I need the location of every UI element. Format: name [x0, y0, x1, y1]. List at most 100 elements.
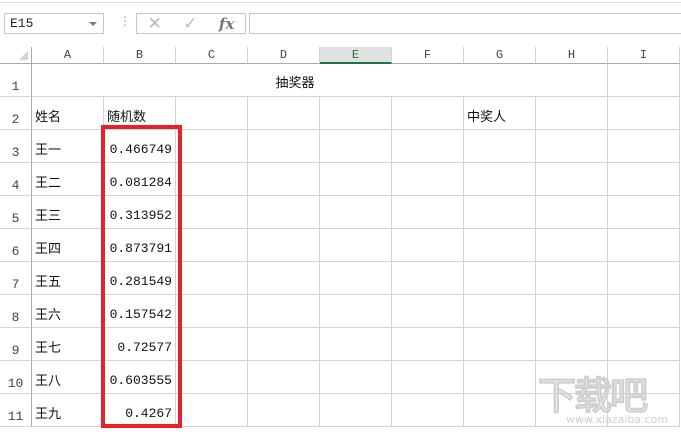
cell[interactable] — [392, 196, 464, 229]
cell[interactable] — [464, 163, 536, 196]
cell-name[interactable]: 王二 — [32, 163, 104, 196]
cell[interactable] — [320, 262, 392, 295]
cell[interactable] — [392, 130, 464, 163]
column-header-e[interactable]: E — [320, 47, 392, 64]
cell[interactable] — [248, 196, 320, 229]
cell[interactable] — [176, 196, 248, 229]
cell[interactable] — [176, 229, 248, 262]
cell[interactable] — [392, 295, 464, 328]
cell[interactable] — [320, 97, 392, 130]
cell[interactable] — [392, 361, 464, 394]
cell-winner-header[interactable]: 中奖人 — [464, 97, 536, 130]
cell[interactable] — [608, 328, 680, 361]
column-header-h[interactable]: H — [536, 47, 608, 64]
cell[interactable] — [320, 163, 392, 196]
chevron-down-icon[interactable] — [89, 22, 97, 26]
cell[interactable] — [464, 196, 536, 229]
cell[interactable] — [464, 229, 536, 262]
cell-name[interactable]: 王八 — [32, 361, 104, 394]
row-header-4[interactable]: 4 — [0, 163, 32, 196]
name-box[interactable]: E15 — [4, 13, 104, 34]
enter-icon[interactable]: ✓ — [183, 14, 197, 34]
drag-handle-icon[interactable]: ⋮ — [119, 14, 131, 28]
select-all-button[interactable] — [0, 47, 32, 64]
cell[interactable] — [248, 394, 320, 427]
cell[interactable] — [392, 394, 464, 427]
cell[interactable] — [608, 262, 680, 295]
column-header-i[interactable]: I — [608, 47, 680, 64]
row-header-1[interactable]: 1 — [0, 64, 32, 97]
column-header-f[interactable]: F — [392, 47, 464, 64]
cell-name[interactable]: 王三 — [32, 196, 104, 229]
cell[interactable] — [176, 262, 248, 295]
cell[interactable] — [248, 163, 320, 196]
cell[interactable] — [536, 196, 608, 229]
cell[interactable] — [248, 97, 320, 130]
cell[interactable] — [248, 262, 320, 295]
row-header-3[interactable]: 3 — [0, 130, 32, 163]
cell[interactable] — [176, 97, 248, 130]
row-header-9[interactable]: 9 — [0, 328, 32, 361]
cell[interactable] — [176, 361, 248, 394]
cell[interactable] — [392, 97, 464, 130]
cell[interactable] — [248, 295, 320, 328]
column-header-c[interactable]: C — [176, 47, 248, 64]
cell[interactable] — [248, 130, 320, 163]
cell[interactable] — [608, 97, 680, 130]
cell[interactable] — [176, 130, 248, 163]
column-header-d[interactable]: D — [248, 47, 320, 64]
cell-name[interactable]: 王五 — [32, 262, 104, 295]
cell[interactable] — [608, 196, 680, 229]
cell[interactable] — [392, 328, 464, 361]
cell[interactable] — [608, 130, 680, 163]
row-header-6[interactable]: 6 — [0, 229, 32, 262]
cell[interactable] — [536, 229, 608, 262]
cancel-icon[interactable]: ✕ — [148, 14, 162, 34]
cell[interactable] — [464, 130, 536, 163]
cell-title[interactable]: 抽奖器 — [32, 64, 558, 97]
cell[interactable] — [176, 328, 248, 361]
cell-name[interactable]: 王九 — [32, 394, 104, 427]
formula-input[interactable] — [249, 13, 681, 34]
cell[interactable] — [176, 163, 248, 196]
cell[interactable] — [608, 229, 680, 262]
insert-function-icon[interactable]: fx — [219, 15, 234, 33]
cell[interactable] — [608, 295, 680, 328]
row-header-5[interactable]: 5 — [0, 196, 32, 229]
row-header-10[interactable]: 10 — [0, 361, 32, 394]
cell[interactable] — [536, 130, 608, 163]
cell[interactable] — [608, 163, 680, 196]
cell[interactable] — [176, 394, 248, 427]
cell[interactable] — [392, 163, 464, 196]
cell[interactable] — [464, 394, 536, 427]
cell-name[interactable]: 王六 — [32, 295, 104, 328]
cell-name[interactable]: 王七 — [32, 328, 104, 361]
cell-name[interactable]: 王一 — [32, 130, 104, 163]
cell[interactable] — [320, 361, 392, 394]
cell[interactable] — [248, 229, 320, 262]
cell[interactable] — [320, 328, 392, 361]
cell-name[interactable]: 王四 — [32, 229, 104, 262]
cell[interactable] — [536, 163, 608, 196]
row-header-8[interactable]: 8 — [0, 295, 32, 328]
cell[interactable] — [536, 295, 608, 328]
cell[interactable] — [248, 361, 320, 394]
cell[interactable] — [392, 262, 464, 295]
row-header-2[interactable]: 2 — [0, 97, 32, 130]
cell[interactable] — [536, 64, 608, 97]
cell[interactable] — [464, 295, 536, 328]
cell[interactable] — [320, 229, 392, 262]
cell[interactable] — [464, 361, 536, 394]
cell[interactable] — [320, 130, 392, 163]
cell[interactable] — [320, 295, 392, 328]
column-header-g[interactable]: G — [464, 47, 536, 64]
cell[interactable] — [320, 394, 392, 427]
cell[interactable] — [464, 328, 536, 361]
cell[interactable] — [392, 229, 464, 262]
cell[interactable] — [248, 328, 320, 361]
column-header-b[interactable]: B — [104, 47, 176, 64]
cell[interactable] — [176, 295, 248, 328]
cell[interactable] — [608, 64, 680, 97]
cell[interactable] — [464, 262, 536, 295]
cell[interactable] — [536, 262, 608, 295]
